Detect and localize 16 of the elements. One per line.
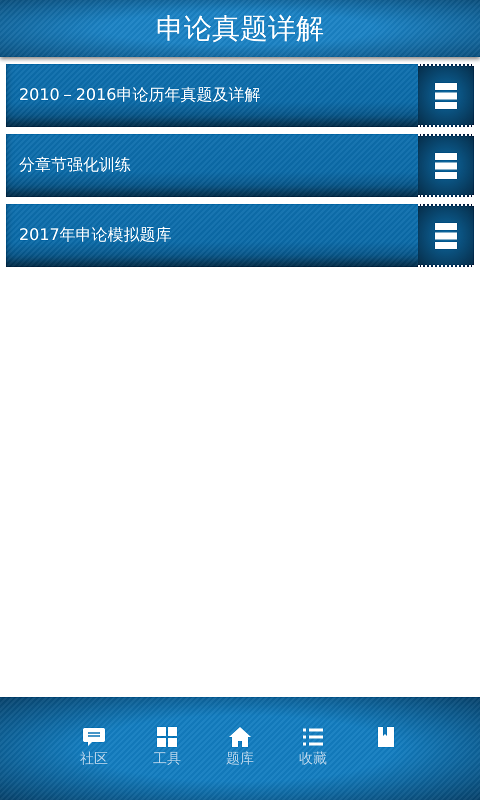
menu-icon — [435, 82, 457, 108]
book-icon — [375, 727, 397, 747]
category-row[interactable]: 2017年申论模拟题库 — [6, 204, 474, 267]
home-icon — [229, 727, 251, 747]
category-row[interactable]: 2010－2016申论历年真题及详解 — [6, 64, 474, 127]
tab-button[interactable]: 题库 — [218, 727, 262, 773]
tab-button[interactable]: 工具 — [145, 727, 189, 773]
tab-button[interactable]: 收藏 — [291, 727, 335, 773]
menu-icon — [435, 152, 457, 178]
grid-icon — [156, 727, 178, 747]
page-title: 申论真题详解 — [156, 10, 324, 46]
list-icon — [302, 727, 324, 747]
category-row[interactable]: 分章节强化训练 — [6, 134, 474, 197]
chat-icon — [83, 727, 105, 747]
tab-button[interactable]: 社区 — [72, 727, 116, 773]
menu-icon — [435, 222, 457, 248]
